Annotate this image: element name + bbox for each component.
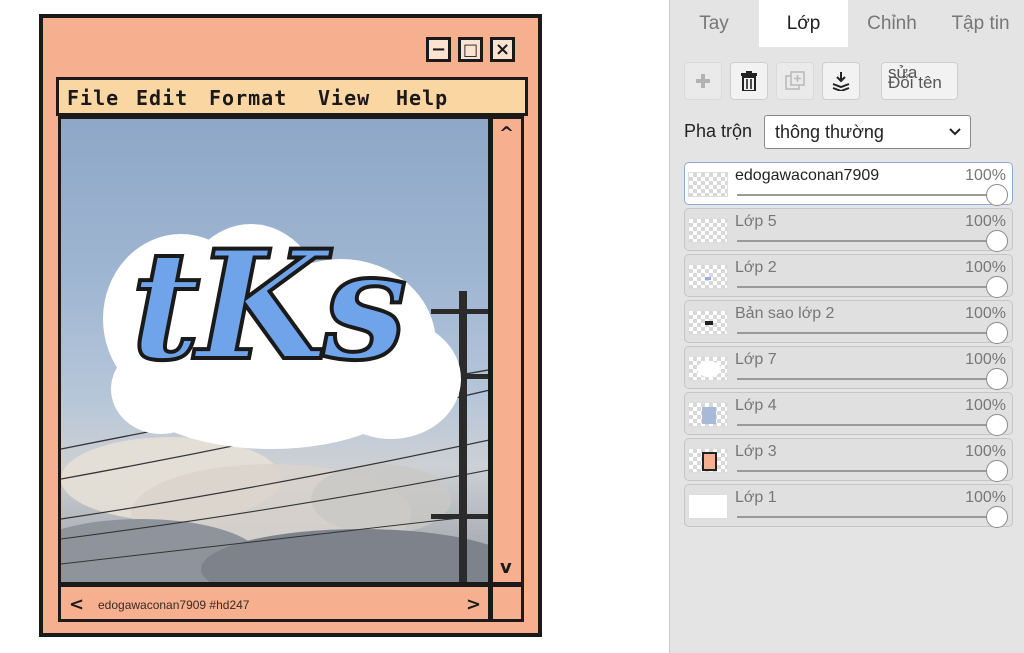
merge-down-icon (832, 72, 850, 91)
layer-opacity: 100% (965, 167, 1006, 184)
layer-opacity: 100% (965, 305, 1006, 322)
layer-opacity: 100% (965, 259, 1006, 276)
layer-name: Lớp 3 (735, 443, 777, 460)
maximize-icon: □ (458, 37, 483, 62)
trash-icon (741, 71, 757, 91)
opacity-slider[interactable] (737, 332, 999, 334)
opacity-slider-handle[interactable] (986, 276, 1008, 298)
opacity-slider-handle[interactable] (986, 460, 1008, 482)
artwork-menubar: File Edit Format View Help (56, 77, 528, 116)
opacity-slider[interactable] (737, 240, 999, 242)
opacity-slider[interactable] (737, 424, 999, 426)
rename-layer-button[interactable]: sửa Đổi tên (881, 62, 958, 100)
layer-thumbnail (688, 494, 728, 519)
duplicate-layer-button[interactable] (776, 62, 814, 100)
layer-opacity: 100% (965, 213, 1006, 230)
tab-layers[interactable]: Lớp (759, 0, 848, 47)
blend-mode-select[interactable]: thông thường (764, 115, 971, 149)
panel-tabs: Tay Lớp Chỉnh Tập tin (670, 0, 1024, 47)
layer-row-lop-3[interactable]: Lớp 3 100% (684, 438, 1013, 482)
opacity-slider-handle[interactable] (986, 506, 1008, 528)
delete-layer-button[interactable] (730, 62, 768, 100)
plus-icon (696, 74, 710, 88)
opacity-slider[interactable] (737, 194, 999, 196)
chevron-down-icon: v (500, 557, 512, 578)
layer-row-edogawaconan7909[interactable]: edogawaconan7909 100% (684, 162, 1013, 206)
opacity-slider-handle[interactable] (986, 368, 1008, 390)
opacity-slider[interactable] (737, 470, 999, 472)
layer-opacity: 100% (965, 489, 1006, 506)
layer-row-lop-1[interactable]: Lớp 1 100% (684, 484, 1013, 528)
menu-view: View (318, 86, 371, 110)
tab-hand[interactable]: Tay (670, 0, 758, 47)
blend-mode-label: Pha trộn (684, 121, 753, 141)
canvas-artwork[interactable]: − □ × File Edit Format View Help tKs ^ v… (39, 14, 542, 637)
layer-thumbnail (688, 264, 728, 289)
logo-text: tKs (129, 218, 409, 394)
layer-thumbnail (688, 310, 728, 335)
chevron-up-icon: ^ (499, 123, 515, 144)
opacity-slider-handle[interactable] (986, 322, 1008, 344)
layer-name: Lớp 2 (735, 259, 777, 276)
merge-down-button[interactable] (822, 62, 860, 100)
layer-name: Lớp 4 (735, 397, 777, 414)
layer-opacity: 100% (965, 351, 1006, 368)
artwork-vertical-scrollbar: ^ v (490, 116, 524, 585)
layer-name: Lớp 7 (735, 351, 777, 368)
app-stage: − □ × File Edit Format View Help tKs ^ v… (0, 0, 1024, 653)
menu-format: Format (209, 86, 288, 110)
layer-thumbnail (688, 448, 728, 473)
layer-name: Lớp 5 (735, 213, 777, 230)
close-icon: × (490, 37, 515, 62)
layer-row-ban-sao-lop-2[interactable]: Bản sao lớp 2 100% (684, 300, 1013, 344)
layer-row-lop-7[interactable]: Lớp 7 100% (684, 346, 1013, 390)
layer-name: edogawaconan7909 (735, 167, 880, 184)
rename-label: Đổi tên (888, 73, 942, 92)
opacity-slider[interactable] (737, 516, 999, 518)
tab-file[interactable]: Tập tin (936, 0, 1024, 47)
opacity-slider-handle[interactable] (986, 414, 1008, 436)
layer-row-lop-5[interactable]: Lớp 5 100% (684, 208, 1013, 252)
menu-file: File (67, 86, 120, 110)
tab-adjust[interactable]: Chỉnh (848, 0, 936, 47)
layer-thumbnail (688, 172, 728, 197)
minimize-icon: − (426, 37, 451, 62)
chevron-left-icon: < (69, 594, 85, 615)
layer-row-lop-4[interactable]: Lớp 4 100% (684, 392, 1013, 436)
layer-opacity: 100% (965, 443, 1006, 460)
chevron-down-icon (949, 116, 961, 160)
chevron-right-icon: > (466, 594, 482, 615)
layer-name: Lớp 1 (735, 489, 777, 506)
layer-thumbnail (688, 402, 728, 427)
add-layer-button[interactable] (684, 62, 722, 100)
menu-edit: Edit (136, 86, 189, 110)
scrollbar-corner (490, 584, 524, 622)
artwork-caption: edogawaconan7909 #hd247 (98, 598, 250, 612)
opacity-slider-handle[interactable] (986, 184, 1008, 206)
opacity-slider[interactable] (737, 286, 999, 288)
artwork-horizontal-scrollbar: < edogawaconan7909 #hd247 > (58, 584, 491, 622)
layers-panel: Tay Lớp Chỉnh Tập tin sửa Đổi tên Pha tr… (669, 0, 1024, 653)
layer-thumbnail (688, 356, 728, 381)
opacity-slider-handle[interactable] (986, 230, 1008, 252)
opacity-slider[interactable] (737, 378, 999, 380)
layer-row-lop-2[interactable]: Lớp 2 100% (684, 254, 1013, 298)
layer-name: Bản sao lớp 2 (735, 305, 835, 322)
layer-thumbnail (688, 218, 728, 243)
duplicate-icon (785, 71, 805, 90)
layer-opacity: 100% (965, 397, 1006, 414)
artwork-photo: tKs (58, 116, 491, 585)
menu-help: Help (396, 86, 449, 110)
blend-mode-value: thông thường (775, 122, 884, 142)
